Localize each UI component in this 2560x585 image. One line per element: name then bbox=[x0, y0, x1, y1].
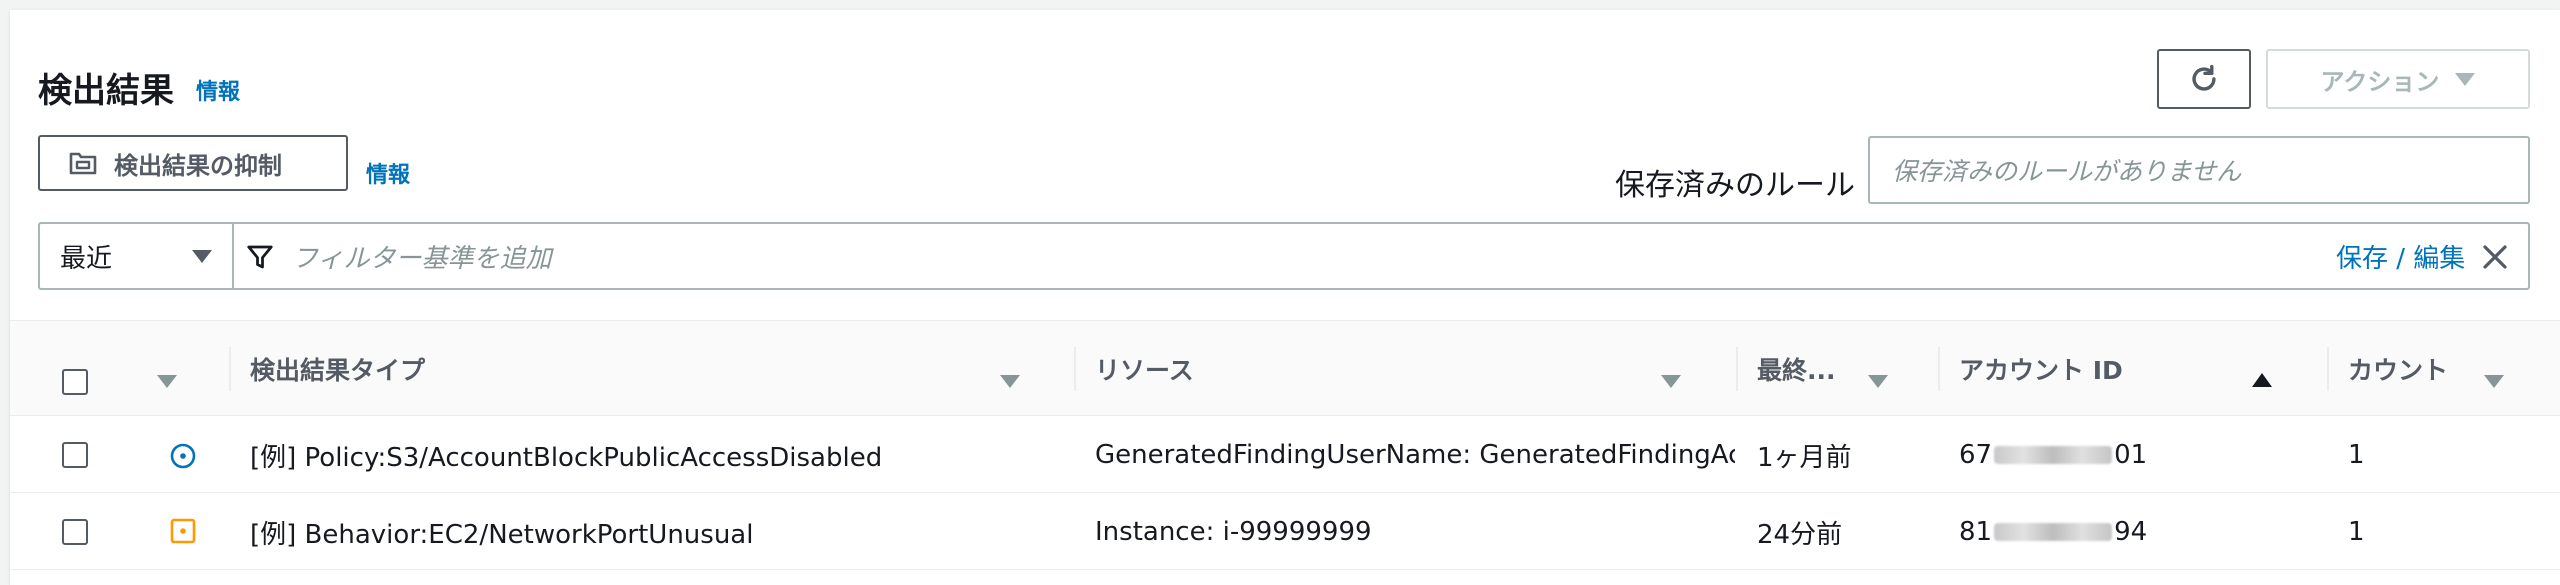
finding-type-sort-icon[interactable] bbox=[1000, 375, 1020, 388]
refresh-button[interactable] bbox=[2157, 49, 2251, 109]
account-id-cell: 67 01 bbox=[1959, 417, 2319, 493]
row-checkbox[interactable] bbox=[62, 519, 88, 545]
column-header-finding-type[interactable]: 検出結果タイプ bbox=[250, 321, 425, 417]
filter-bar: 最近 フィルター基準を追加 保存 / 編集 bbox=[38, 222, 2530, 290]
findings-panel: 検出結果 情報 アクション 検出結果の抑制 情報 保存済みのルール 保存済みのル… bbox=[10, 10, 2560, 585]
finding-type-cell[interactable]: [例] Policy:S3/AccountBlockPublicAccessDi… bbox=[250, 417, 1070, 493]
column-separator bbox=[229, 347, 231, 391]
filter-icon bbox=[247, 245, 273, 269]
column-separator bbox=[1074, 347, 1076, 391]
actions-dropdown-button: アクション bbox=[2266, 49, 2530, 109]
count-cell: 1 bbox=[2348, 517, 2365, 547]
account-id-sort-ascending-icon[interactable] bbox=[2252, 373, 2272, 387]
column-header-last-seen[interactable]: 最終... bbox=[1757, 321, 1836, 417]
account-id-prefix: 81 bbox=[1959, 517, 1993, 547]
table-row[interactable]: [例] Behavior:EC2/NetworkPortUnusual Inst… bbox=[10, 494, 2560, 570]
column-header-resource[interactable]: リソース bbox=[1095, 321, 1194, 417]
redacted-block bbox=[1994, 446, 2113, 464]
refresh-icon bbox=[2192, 64, 2216, 91]
count-cell: 1 bbox=[2348, 440, 2365, 470]
account-id-suffix: 94 bbox=[2114, 517, 2148, 547]
account-id-cell: 81 94 bbox=[1959, 494, 2319, 570]
severity-sort-icon[interactable] bbox=[157, 375, 177, 388]
resource-sort-icon[interactable] bbox=[1661, 375, 1681, 388]
caret-down-icon bbox=[192, 250, 212, 263]
suppress-findings-label: 検出結果の抑制 bbox=[114, 151, 282, 180]
close-icon[interactable] bbox=[2480, 242, 2510, 272]
last-seen-sort-icon[interactable] bbox=[1868, 375, 1888, 388]
column-separator bbox=[1736, 347, 1738, 391]
account-id-suffix: 01 bbox=[2114, 440, 2148, 470]
finding-type-cell[interactable]: [例] Behavior:EC2/NetworkPortUnusual bbox=[250, 494, 1070, 570]
severity-medium-icon bbox=[170, 518, 196, 544]
saved-rules-label: 保存済みのルール bbox=[1615, 168, 1855, 203]
archive-icon bbox=[69, 152, 97, 175]
row-checkbox[interactable] bbox=[62, 442, 88, 468]
last-seen-cell: 1ヶ月前 bbox=[1757, 442, 1852, 473]
caret-down-icon bbox=[2455, 72, 2476, 86]
column-separator bbox=[2327, 347, 2329, 391]
table-row[interactable]: [例] Policy:S3/AccountBlockPublicAccessDi… bbox=[10, 417, 2560, 493]
count-sort-icon[interactable] bbox=[2484, 375, 2504, 388]
column-header-account-id[interactable]: アカウント ID bbox=[1959, 321, 2123, 417]
table-header: 検出結果タイプ リソース 最終... アカウント ID カウント bbox=[10, 320, 2560, 416]
resource-cell: Instance: i-99999999 bbox=[1095, 517, 1372, 547]
suppress-info-link[interactable]: 情報 bbox=[366, 157, 410, 189]
time-range-value: 最近 bbox=[60, 243, 113, 274]
account-id-prefix: 67 bbox=[1959, 440, 1993, 470]
redacted-block bbox=[1994, 523, 2113, 541]
resource-cell: GeneratedFindingUserName: GeneratedFindi… bbox=[1095, 440, 1735, 470]
title-info-link[interactable]: 情報 bbox=[196, 74, 240, 106]
actions-label: アクション bbox=[2320, 67, 2440, 96]
time-range-select[interactable]: 最近 bbox=[40, 224, 234, 288]
saved-rules-select[interactable]: 保存済みのルールがありません bbox=[1868, 136, 2530, 204]
severity-low-icon bbox=[170, 443, 196, 469]
last-seen-cell: 24分前 bbox=[1757, 519, 1843, 550]
save-edit-link[interactable]: 保存 / 編集 bbox=[2336, 224, 2465, 288]
column-header-count[interactable]: カウント bbox=[2348, 321, 2448, 417]
page-title: 検出結果 bbox=[38, 71, 174, 111]
select-all-checkbox[interactable] bbox=[62, 369, 88, 395]
column-separator bbox=[1938, 347, 1940, 391]
suppress-findings-button[interactable]: 検出結果の抑制 bbox=[38, 135, 348, 191]
filter-input[interactable]: フィルター基準を追加 bbox=[292, 224, 2092, 288]
